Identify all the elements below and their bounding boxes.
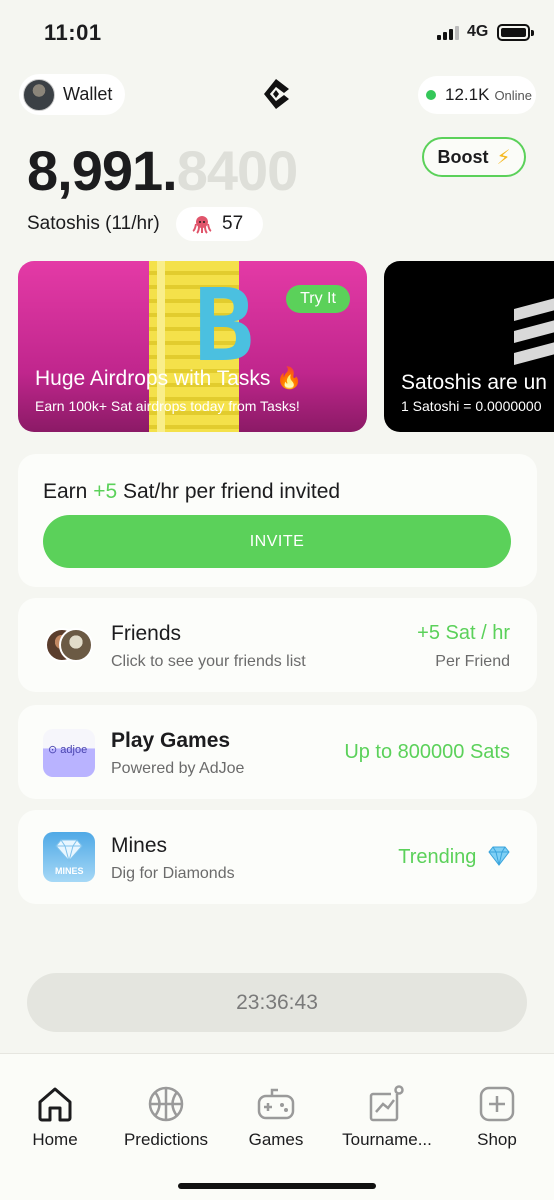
home-icon	[38, 1087, 72, 1122]
banner-title: Huge Airdrops with Tasks 🔥	[35, 367, 303, 390]
battery-icon	[497, 24, 534, 41]
friends-title: Friends	[111, 622, 182, 645]
invite-prefix: Earn	[43, 480, 94, 503]
status-time: 11:01	[44, 20, 102, 45]
tab-label: Tourname...	[342, 1130, 432, 1149]
mines-tag: Trending	[398, 846, 477, 868]
rate-label: Satoshis (11/hr)	[27, 213, 160, 234]
diamond-icon	[488, 846, 510, 866]
invite-card: Earn +5 Sat/hr per friend invited INVITE	[18, 454, 537, 587]
mines-icon-text: MINES	[55, 866, 84, 876]
invite-title: Earn +5 Sat/hr per friend invited	[43, 480, 340, 504]
chart-icon	[369, 1085, 404, 1122]
tab-home[interactable]: Home	[0, 1084, 110, 1150]
online-label: Online	[494, 87, 533, 103]
play-games-card[interactable]: ⊙ adjoe Play Games Powered by AdJoe Up t…	[18, 705, 537, 799]
online-count: 12.1K	[445, 85, 490, 104]
mines-card[interactable]: MINES Mines Dig for Diamonds Trending	[18, 810, 537, 904]
signal-icon	[437, 26, 461, 40]
tab-games[interactable]: Games	[221, 1084, 331, 1150]
invite-bonus: +5	[93, 480, 118, 503]
friends-card[interactable]: Friends Click to see your friends list +…	[18, 598, 537, 692]
banner-satoshis[interactable]: Satoshis are un 1 Satoshi = 0.0000000	[384, 261, 554, 432]
online-dot-icon	[426, 90, 436, 100]
avatar	[23, 78, 55, 111]
games-title: Play Games	[111, 729, 231, 752]
online-indicator: 12.1K Online	[418, 76, 536, 114]
tab-shop[interactable]: Shop	[442, 1084, 552, 1150]
tab-label: Shop	[477, 1130, 517, 1149]
referrals-count: 57	[222, 213, 244, 234]
friends-reward-sub: Per Friend	[435, 653, 510, 670]
boost-button[interactable]: Boost ⚡	[422, 137, 526, 177]
boost-label: Boost	[437, 146, 489, 167]
games-reward: Up to 800000 Sats	[344, 741, 510, 763]
stripes-image	[514, 292, 554, 371]
adjoe-icon: ⊙ adjoe	[43, 729, 95, 777]
games-subtitle: Powered by AdJoe	[111, 760, 245, 777]
gamepad-icon	[257, 1088, 295, 1120]
status-bar: 11:01 4G	[0, 0, 554, 66]
banner-airdrops[interactable]: B Try It Huge Airdrops with Tasks 🔥 Earn…	[18, 261, 367, 432]
referrals-badge[interactable]: 57	[176, 207, 263, 241]
home-indicator[interactable]	[178, 1183, 376, 1189]
mines-icon: MINES	[43, 832, 95, 882]
banner-subtitle: Earn 100k+ Sat airdrops today from Tasks…	[35, 398, 300, 414]
adjoe-icon-text: ⊙ adjoe	[48, 744, 88, 756]
tab-label: Home	[32, 1130, 78, 1149]
try-it-button[interactable]: Try It	[286, 285, 350, 313]
friends-subtitle: Click to see your friends list	[111, 653, 306, 670]
balance-whole: 8,991.	[27, 139, 178, 202]
mines-trending: Trending	[398, 846, 510, 869]
tab-tournaments[interactable]: Tourname...	[332, 1084, 442, 1150]
friends-avatars	[45, 628, 95, 664]
network-type: 4G	[467, 23, 489, 40]
invite-button[interactable]: INVITE	[43, 515, 511, 568]
balance: 8,991.8400	[27, 138, 299, 203]
banner-subtitle: 1 Satoshi = 0.0000000	[401, 398, 542, 414]
banner-carousel[interactable]: B Try It Huge Airdrops with Tasks 🔥 Earn…	[0, 261, 554, 433]
countdown-timer: 23:36:43	[27, 973, 527, 1032]
tab-label: Predictions	[123, 1130, 209, 1149]
wallet-button[interactable]: Wallet	[19, 74, 125, 115]
tab-label: Games	[248, 1130, 304, 1149]
invite-suffix: Sat/hr per friend invited	[117, 480, 341, 503]
app-logo-icon	[264, 79, 289, 109]
balance-fraction: 8400	[176, 139, 299, 202]
mines-title: Mines	[111, 834, 168, 857]
octopus-icon	[192, 216, 212, 234]
tab-predictions[interactable]: Predictions	[111, 1084, 221, 1150]
lightning-icon: ⚡	[496, 146, 511, 169]
tab-bar: Home Predictions Games Tourname... Shop	[0, 1053, 554, 1200]
mines-subtitle: Dig for Diamonds	[111, 865, 235, 882]
basketball-icon	[148, 1086, 184, 1122]
friends-reward: +5 Sat / hr	[417, 622, 510, 644]
wallet-label: Wallet	[63, 84, 113, 104]
plus-square-icon	[479, 1086, 515, 1122]
banner-title: Satoshis are un	[401, 371, 547, 394]
bitcoin-image: B	[194, 267, 255, 384]
